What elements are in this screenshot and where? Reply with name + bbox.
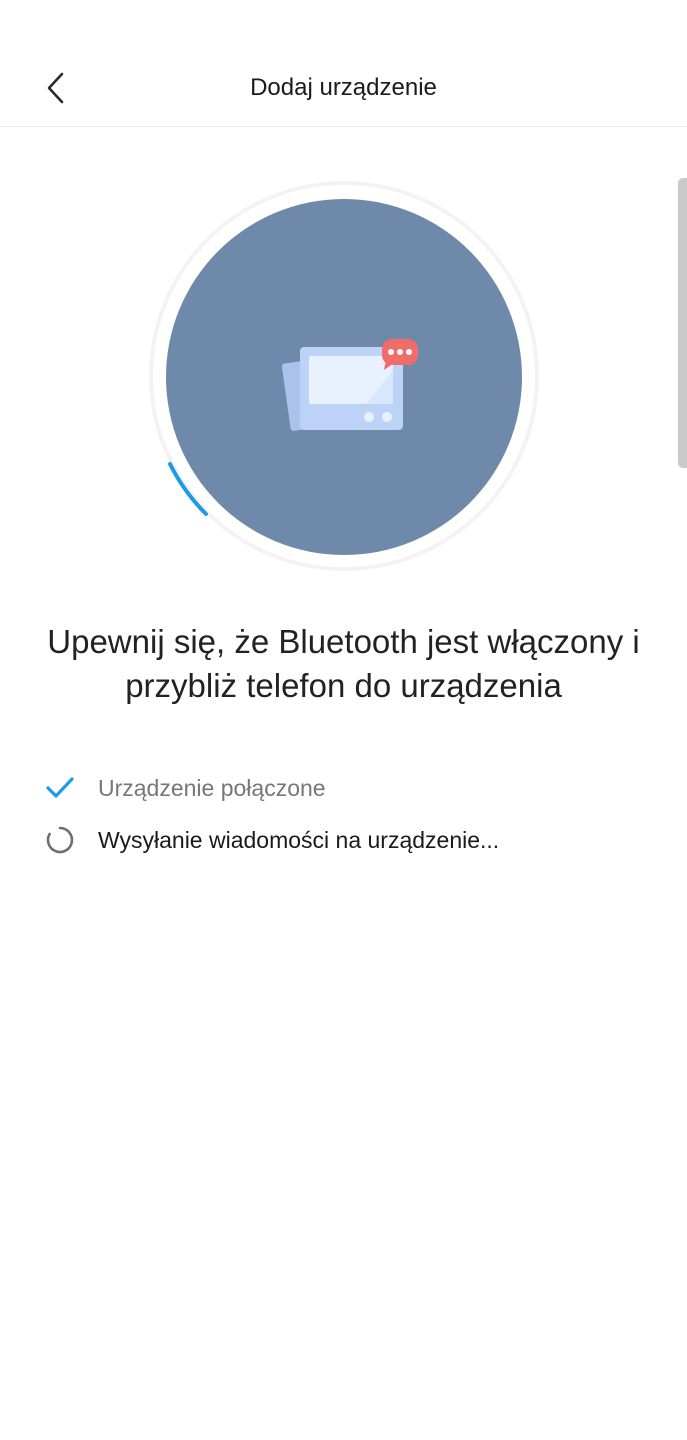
- status-label: Wysyłanie wiadomości na urządzenie...: [98, 827, 500, 853]
- status-item-connected: Urządzenie połączone: [0, 766, 687, 810]
- instruction-heading: Upewnij się, że Bluetooth jest włączony …: [0, 620, 687, 708]
- checkmark-icon: [44, 772, 76, 804]
- pairing-illustration: [148, 180, 540, 572]
- status-label: Urządzenie połączone: [98, 775, 326, 801]
- header-bar: Dodaj urządzenie: [0, 0, 687, 127]
- instruction-line-2: przybliż telefon do urządzenia: [125, 667, 562, 704]
- page-title: Dodaj urządzenie: [250, 74, 437, 101]
- loading-spinner-icon: [44, 824, 76, 856]
- status-item-sending: Wysyłanie wiadomości na urządzenie...: [0, 818, 687, 862]
- scrollbar[interactable]: [678, 178, 687, 468]
- instruction-line-1: Upewnij się, że Bluetooth jest włączony …: [47, 623, 640, 660]
